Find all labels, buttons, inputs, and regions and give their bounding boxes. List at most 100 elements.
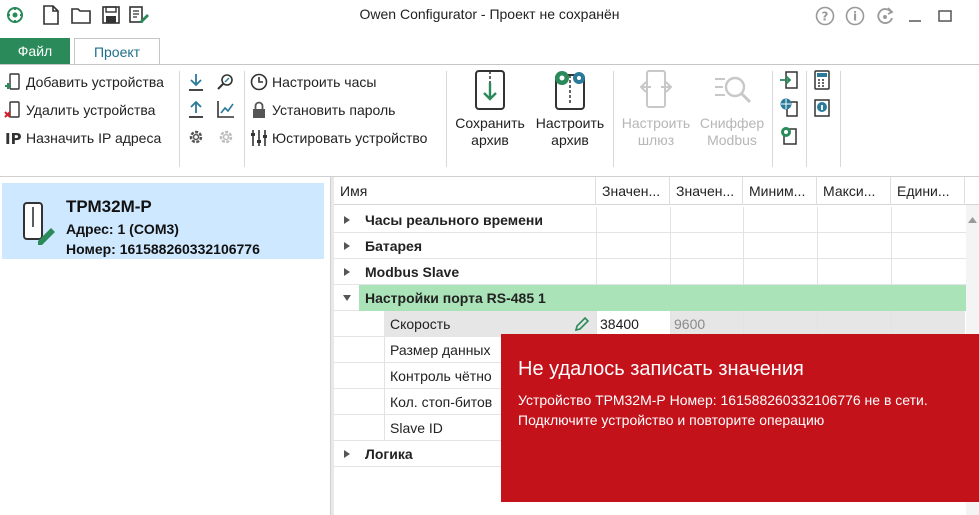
- save-archive-line1: Сохранить: [455, 115, 525, 131]
- network-device-icon[interactable]: [779, 97, 799, 117]
- ribbon-separator: [772, 71, 773, 167]
- svg-text:i: i: [853, 10, 857, 24]
- configure-gateway-line1: Настроить: [621, 115, 691, 131]
- group-name: Modbus Slave: [365, 264, 460, 280]
- param-name: Скорость: [390, 316, 451, 332]
- group-row-clock[interactable]: Часы реального времени: [334, 207, 979, 233]
- column-units[interactable]: Едини...: [891, 177, 965, 205]
- add-devices-label: Добавить устройства: [26, 74, 164, 90]
- add-device-icon: [4, 73, 22, 91]
- error-message: Устройство ТРМ32М-Р Номер: 1615882603321…: [518, 390, 968, 430]
- remove-devices-label: Удалить устройства: [26, 102, 156, 118]
- settings-icon[interactable]: [186, 127, 206, 147]
- archive-download-icon: [470, 69, 510, 111]
- gateway-icon: [636, 69, 676, 111]
- update-icon[interactable]: [874, 5, 896, 27]
- error-notification[interactable]: Не удалось записать значения Устройство …: [501, 334, 979, 502]
- column-maximum[interactable]: Макси...: [817, 177, 891, 205]
- column-value[interactable]: Значен...: [596, 177, 670, 205]
- save-archive-line2: архив: [471, 132, 509, 148]
- param-name: Контроль чётно: [390, 368, 492, 384]
- param-name: Размер данных: [390, 342, 491, 358]
- group-row-rs485[interactable]: Настройки порта RS-485 1: [334, 285, 979, 311]
- expand-icon[interactable]: [342, 215, 352, 225]
- configure-archive-line1: Настроить: [535, 115, 605, 131]
- modbus-sniffer-line1: Сниффер: [699, 115, 765, 131]
- info-icon[interactable]: i: [844, 5, 866, 27]
- configure-archive-button[interactable]: Настроить архив: [532, 69, 608, 149]
- configure-archive-line2: архив: [551, 132, 589, 148]
- lock-icon: [250, 101, 268, 119]
- grid-header: Имя Значен... Значен... Миним... Макси..…: [334, 177, 979, 205]
- scroll-up-icon[interactable]: [968, 211, 977, 226]
- column-name[interactable]: Имя: [334, 177, 596, 205]
- device-list: ТРМ32М-Р Адрес: 1 (COM3) Номер: 16158826…: [0, 177, 330, 515]
- set-password-label: Установить пароль: [272, 102, 396, 118]
- upload-icon[interactable]: [186, 99, 206, 119]
- export-icon[interactable]: [779, 70, 799, 90]
- search-device-icon[interactable]: [216, 72, 236, 92]
- group-name: Логика: [365, 446, 413, 462]
- set-clock-label: Настроить часы: [272, 74, 377, 90]
- set-clock-button[interactable]: Настроить часы: [250, 71, 376, 93]
- param-name: Slave ID: [390, 420, 443, 436]
- param-name: Кол. стоп-битов: [390, 394, 493, 410]
- new-file-icon[interactable]: [40, 4, 62, 26]
- device-info-icon[interactable]: [812, 97, 832, 117]
- clock-icon: [250, 73, 268, 91]
- save-icon[interactable]: [100, 4, 122, 26]
- ip-icon: IP: [4, 129, 22, 147]
- group-row-battery[interactable]: Батарея: [334, 233, 979, 259]
- error-message-line1: Устройство ТРМ32М-Р Номер: 1615882603321…: [518, 392, 928, 408]
- device-address: Адрес: 1 (COM3): [66, 221, 179, 237]
- settings-disabled-icon: [216, 127, 236, 147]
- expand-icon[interactable]: [342, 267, 352, 277]
- error-message-line2: Подключите устройство и повторите операц…: [518, 412, 825, 428]
- calibrate-device-button[interactable]: Юстировать устройство: [250, 127, 427, 149]
- ribbon: Добавить устройства Удалить устройства I…: [0, 65, 979, 173]
- maximize-icon[interactable]: [934, 5, 956, 27]
- logo-icon[interactable]: [4, 4, 26, 26]
- remove-device-icon: [4, 101, 22, 119]
- open-folder-icon[interactable]: [70, 4, 92, 26]
- group-row-modbus-slave[interactable]: Modbus Slave: [334, 259, 979, 285]
- sniffer-icon: [712, 69, 752, 111]
- minimize-icon[interactable]: [904, 5, 926, 27]
- device-name: ТРМ32М-Р: [66, 197, 152, 216]
- expand-icon[interactable]: [342, 449, 352, 459]
- svg-text:?: ?: [822, 10, 829, 24]
- download-icon[interactable]: [186, 72, 206, 92]
- help-icon[interactable]: ?: [814, 5, 836, 27]
- archive-settings-icon: [550, 69, 590, 111]
- calculator-icon[interactable]: [812, 70, 832, 90]
- save-archive-button[interactable]: Сохранить архив: [452, 69, 528, 149]
- ribbon-separator: [613, 71, 614, 167]
- configure-gateway-button[interactable]: Настроить шлюз: [618, 69, 694, 149]
- tab-file[interactable]: Файл: [0, 38, 70, 64]
- group-name: Настройки порта RS-485 1: [365, 290, 546, 306]
- collapse-icon[interactable]: [342, 293, 352, 303]
- title-bar: Owen Configurator - Проект не сохранён ?…: [0, 0, 979, 32]
- edit-pencil-icon: [574, 316, 590, 335]
- device-card[interactable]: ТРМ32М-Р Адрес: 1 (COM3) Номер: 16158826…: [2, 183, 324, 259]
- add-devices-button[interactable]: Добавить устройства: [4, 71, 164, 93]
- set-password-button[interactable]: Установить пароль: [250, 99, 395, 121]
- tab-project[interactable]: Проект: [74, 38, 160, 65]
- column-default[interactable]: Значен...: [670, 177, 743, 205]
- calibrate-device-label: Юстировать устройство: [272, 130, 428, 146]
- device-icon: [20, 201, 56, 245]
- remove-devices-button[interactable]: Удалить устройства: [4, 99, 155, 121]
- assign-ip-label: Назначить IP адреса: [26, 130, 162, 146]
- group-name: Часы реального времени: [365, 212, 543, 228]
- edit-document-icon[interactable]: [128, 4, 150, 26]
- configure-gateway-line2: шлюз: [637, 132, 675, 148]
- modbus-sniffer-button[interactable]: Сниффер Modbus: [696, 69, 768, 149]
- device-copy-icon[interactable]: [779, 125, 799, 145]
- assign-ip-button[interactable]: IP Назначить IP адреса: [4, 127, 161, 149]
- error-title: Не удалось записать значения: [518, 358, 804, 380]
- chart-search-icon[interactable]: [216, 99, 236, 119]
- expand-icon[interactable]: [342, 241, 352, 251]
- ribbon-separator: [446, 71, 447, 167]
- column-minimum[interactable]: Миним...: [743, 177, 817, 205]
- ribbon-separator: [806, 71, 807, 167]
